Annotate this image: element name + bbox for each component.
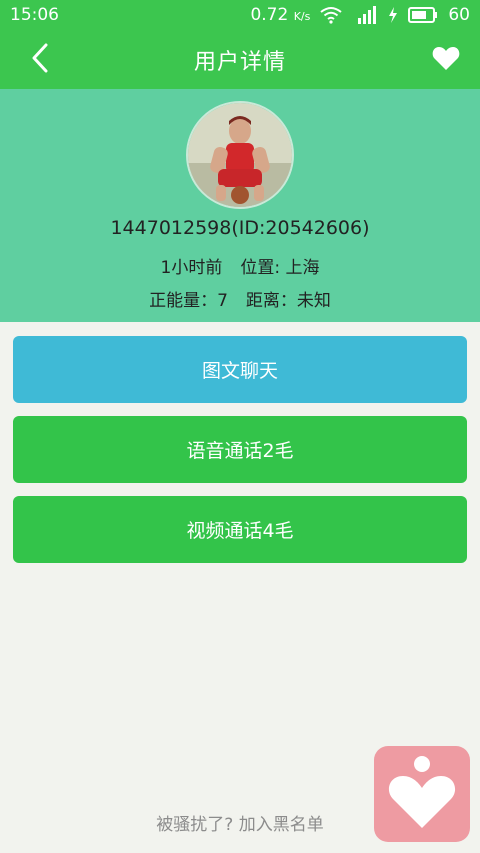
battery-icon — [408, 7, 438, 23]
title-bar: 用户详情 — [0, 30, 480, 89]
chevron-left-icon — [31, 43, 49, 77]
heart-person-icon — [387, 754, 457, 834]
floating-heart-button[interactable] — [374, 746, 470, 842]
location: 位置: 上海 — [240, 258, 320, 278]
profile-header: 1447012598(ID:20542606) 1小时前 位置: 上海 正能量：7… — [0, 89, 480, 322]
distance-value: 距离：未知 — [245, 291, 331, 311]
last-active: 1小时前 — [160, 258, 223, 278]
voice-call-button[interactable]: 语音通话2毛 — [13, 416, 467, 483]
text-chat-button[interactable]: 图文聊天 — [13, 336, 467, 403]
video-call-button[interactable]: 视频通话4毛 — [13, 496, 467, 563]
battery-level: 60 — [448, 5, 470, 25]
charging-icon — [388, 7, 398, 23]
avatar[interactable] — [186, 101, 294, 209]
status-time: 15:06 — [10, 5, 59, 25]
favorite-button[interactable] — [428, 42, 464, 78]
user-id: 1447012598(ID:20542606) — [110, 217, 370, 239]
avatar-photo — [188, 103, 292, 207]
network-speed: 0.72 K/s — [250, 5, 310, 25]
page-title: 用户详情 — [193, 49, 286, 75]
status-bar: 15:06 0.72 K/s 60 — [0, 0, 480, 30]
status-indicators: 0.72 K/s 60 — [250, 5, 470, 25]
back-button[interactable] — [22, 42, 58, 78]
network-speed-value: 0.72 — [250, 5, 289, 25]
heart-icon — [432, 45, 460, 75]
wifi-icon — [320, 6, 342, 24]
activity-row: 1小时前 位置: 上海 — [0, 253, 480, 278]
network-speed-unit: K/s — [293, 10, 311, 23]
stats-row: 正能量：7 距离：未知 — [0, 286, 480, 311]
signal-icon — [352, 6, 378, 24]
energy-value: 正能量：7 — [149, 291, 228, 311]
